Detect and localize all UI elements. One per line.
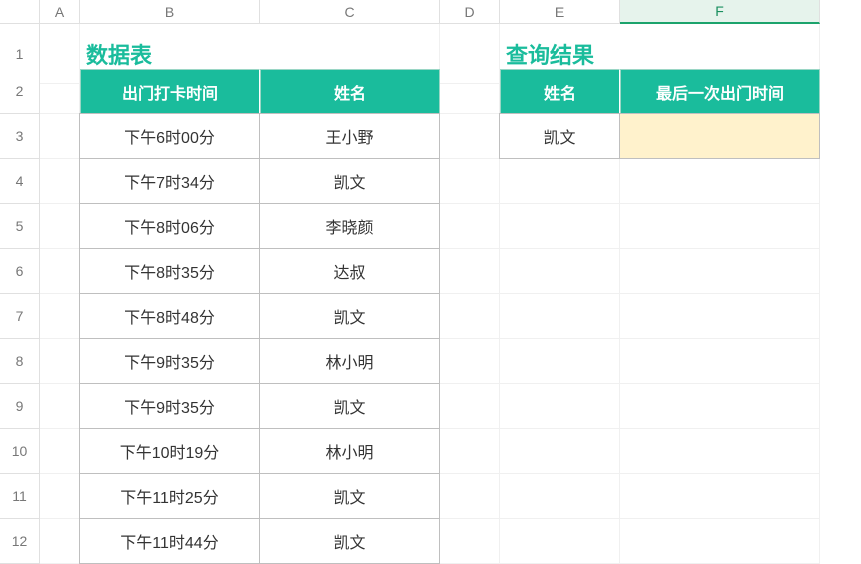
cell-B12[interactable]: 下午11时44分 <box>79 518 260 564</box>
cell-F10[interactable] <box>620 429 820 474</box>
cell-F6[interactable] <box>620 249 820 294</box>
col-header-D[interactable]: D <box>440 0 500 24</box>
cell-A5[interactable] <box>40 204 80 249</box>
cell-B11[interactable]: 下午11时25分 <box>79 473 260 519</box>
cell-E3[interactable]: 凯文 <box>499 113 620 159</box>
cell-C3[interactable]: 王小野 <box>259 113 440 159</box>
col-header-A[interactable]: A <box>40 0 80 24</box>
cell-C5[interactable]: 李晓颜 <box>259 203 440 249</box>
cell-E5[interactable] <box>500 204 620 249</box>
right-th-name[interactable]: 姓名 <box>500 69 620 114</box>
cell-D6[interactable] <box>440 249 500 294</box>
row-header-8[interactable]: 8 <box>0 339 40 384</box>
cell-F9[interactable] <box>620 384 820 429</box>
cell-B8[interactable]: 下午9时35分 <box>79 338 260 384</box>
cell-F3[interactable] <box>619 113 820 159</box>
cell-C7[interactable]: 凯文 <box>259 293 440 339</box>
cell-A12[interactable] <box>40 519 80 564</box>
cell-B9[interactable]: 下午9时35分 <box>79 383 260 429</box>
cell-B5[interactable]: 下午8时06分 <box>79 203 260 249</box>
cell-F4[interactable] <box>620 159 820 204</box>
cell-A7[interactable] <box>40 294 80 339</box>
cell-A8[interactable] <box>40 339 80 384</box>
row-header-6[interactable]: 6 <box>0 249 40 294</box>
cell-E9[interactable] <box>500 384 620 429</box>
row-header-4[interactable]: 4 <box>0 159 40 204</box>
grid-body: 1 数据表 查询结果 2 出门打卡时间 姓名 姓名 最后一次出门时间 3 下午6… <box>0 24 861 564</box>
cell-A11[interactable] <box>40 474 80 519</box>
row-header-11[interactable]: 11 <box>0 474 40 519</box>
cell-C9[interactable]: 凯文 <box>259 383 440 429</box>
cell-D2[interactable] <box>440 69 500 114</box>
cell-F7[interactable] <box>620 294 820 339</box>
cell-E11[interactable] <box>500 474 620 519</box>
cell-D10[interactable] <box>440 429 500 474</box>
row-header-12[interactable]: 12 <box>0 519 40 564</box>
corner-cell[interactable] <box>0 0 40 24</box>
cell-B10[interactable]: 下午10时19分 <box>79 428 260 474</box>
cell-E8[interactable] <box>500 339 620 384</box>
row-header-7[interactable]: 7 <box>0 294 40 339</box>
cell-D8[interactable] <box>440 339 500 384</box>
row-header-9[interactable]: 9 <box>0 384 40 429</box>
right-th-last[interactable]: 最后一次出门时间 <box>620 69 820 114</box>
cell-C8[interactable]: 林小明 <box>259 338 440 384</box>
cell-B7[interactable]: 下午8时48分 <box>79 293 260 339</box>
cell-B4[interactable]: 下午7时34分 <box>79 158 260 204</box>
left-th-time[interactable]: 出门打卡时间 <box>80 69 260 114</box>
row-header-2[interactable]: 2 <box>0 69 40 114</box>
cell-A10[interactable] <box>40 429 80 474</box>
cell-E6[interactable] <box>500 249 620 294</box>
cell-D7[interactable] <box>440 294 500 339</box>
col-header-C[interactable]: C <box>260 0 440 24</box>
column-header-row: A B C D E F <box>0 0 861 24</box>
cell-B3[interactable]: 下午6时00分 <box>79 113 260 159</box>
cell-A2[interactable] <box>40 69 80 114</box>
cell-D3[interactable] <box>440 114 500 159</box>
cell-E12[interactable] <box>500 519 620 564</box>
cell-C6[interactable]: 达叔 <box>259 248 440 294</box>
row-header-5[interactable]: 5 <box>0 204 40 249</box>
cell-D5[interactable] <box>440 204 500 249</box>
cell-D12[interactable] <box>440 519 500 564</box>
cell-D9[interactable] <box>440 384 500 429</box>
cell-F11[interactable] <box>620 474 820 519</box>
cell-C4[interactable]: 凯文 <box>259 158 440 204</box>
cell-C10[interactable]: 林小明 <box>259 428 440 474</box>
cell-F12[interactable] <box>620 519 820 564</box>
left-th-name[interactable]: 姓名 <box>260 69 440 114</box>
row-header-10[interactable]: 10 <box>0 429 40 474</box>
col-header-B[interactable]: B <box>80 0 260 24</box>
cell-A9[interactable] <box>40 384 80 429</box>
cell-B6[interactable]: 下午8时35分 <box>79 248 260 294</box>
cell-F8[interactable] <box>620 339 820 384</box>
cell-E10[interactable] <box>500 429 620 474</box>
col-header-F[interactable]: F <box>620 0 820 24</box>
col-header-E[interactable]: E <box>500 0 620 24</box>
cell-A6[interactable] <box>40 249 80 294</box>
cell-E7[interactable] <box>500 294 620 339</box>
row-header-3[interactable]: 3 <box>0 114 40 159</box>
cell-D11[interactable] <box>440 474 500 519</box>
cell-C12[interactable]: 凯文 <box>259 518 440 564</box>
cell-E4[interactable] <box>500 159 620 204</box>
cell-A3[interactable] <box>40 114 80 159</box>
cell-A4[interactable] <box>40 159 80 204</box>
cell-F5[interactable] <box>620 204 820 249</box>
cell-D4[interactable] <box>440 159 500 204</box>
spreadsheet: A B C D E F 1 数据表 查询结果 2 出门打卡时间 姓名 姓名 最后… <box>0 0 861 564</box>
cell-C11[interactable]: 凯文 <box>259 473 440 519</box>
